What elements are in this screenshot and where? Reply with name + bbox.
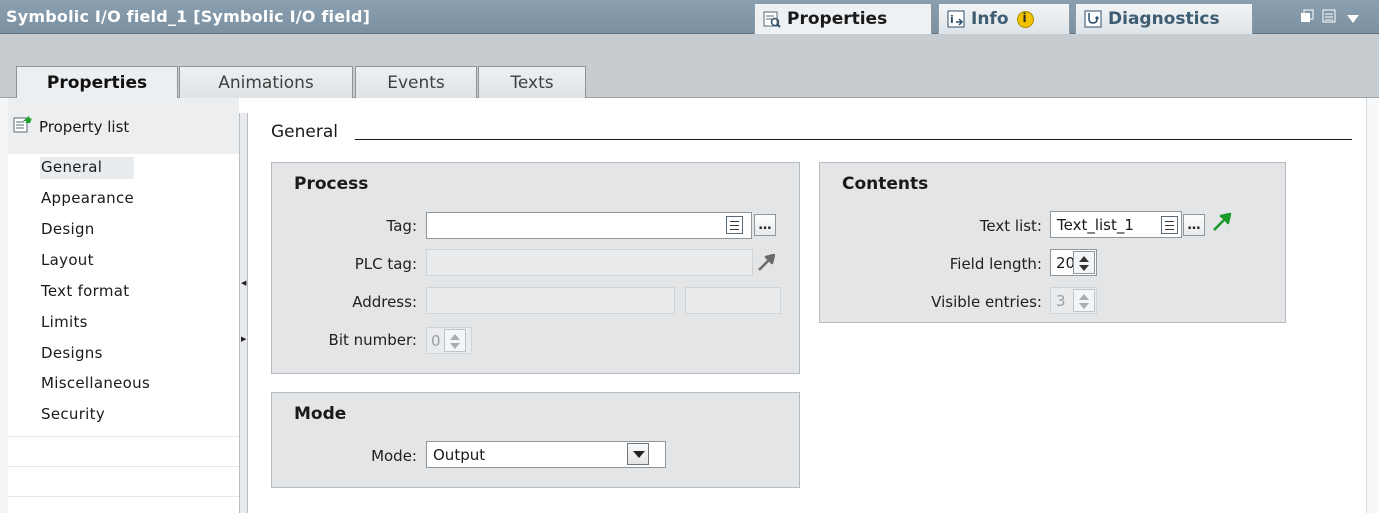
nav-divider [8, 496, 239, 497]
process-group: Process Tag: … PLC tag: Address: Bit num… [271, 162, 800, 374]
nav-splitter[interactable]: ◀ ▶ [239, 113, 248, 513]
nav-divider [8, 436, 239, 437]
visible-entries-stepper [1073, 289, 1095, 312]
tab-events-label: Events [387, 72, 445, 93]
info-icon: i [947, 10, 965, 28]
info-badge-text: i [1022, 10, 1027, 25]
menu-icon[interactable] [1322, 9, 1336, 27]
goto-text-list-icon[interactable] [1212, 212, 1232, 236]
stepper-up-icon[interactable] [1079, 256, 1089, 262]
bit-number-label: Bit number: [328, 331, 417, 349]
contents-group: Contents Text list: Text_list_1 … Field … [819, 162, 1286, 323]
stepper-down-icon [450, 343, 460, 349]
tag-list-icon[interactable] [726, 216, 743, 234]
tab-texts[interactable]: Texts [478, 66, 586, 98]
visible-entries-value: 3 [1056, 292, 1066, 310]
inspector-titlebar: Symbolic I/O field_1 [Symbolic I/O field… [0, 0, 1379, 34]
property-nav: Property list General Appearance Design … [8, 98, 239, 513]
nav-divider [8, 466, 239, 467]
mode-dropdown-button[interactable] [627, 443, 649, 465]
section-title: General [271, 122, 338, 142]
bit-number-stepper [444, 329, 466, 352]
nav-item-designs[interactable]: Designs [41, 344, 103, 364]
right-edge [1366, 98, 1379, 513]
svg-text:i: i [950, 13, 954, 26]
nav-item-miscellaneous[interactable]: Miscellaneous [41, 374, 150, 394]
address-label: Address: [352, 293, 417, 311]
mode-select-value: Output [433, 446, 486, 464]
stepper-down-icon [1079, 303, 1089, 309]
tab-properties-label: Properties [46, 73, 148, 93]
tab-diagnostics-top[interactable]: Diagnostics [1075, 3, 1253, 34]
tab-events[interactable]: Events [355, 66, 477, 98]
tag-browse-button[interactable]: … [754, 214, 776, 236]
tag-label: Tag: [386, 217, 417, 235]
nav-item-general[interactable]: General [41, 158, 102, 178]
nav-item-design[interactable]: Design [41, 220, 95, 240]
plc-tag-label: PLC tag: [354, 255, 417, 273]
visible-entries-label: Visible entries: [931, 293, 1042, 311]
expand-right-icon[interactable]: ▶ [241, 335, 246, 343]
tab-properties-top-label: Properties [787, 9, 888, 29]
dropdown-icon[interactable] [1346, 12, 1360, 28]
mode-label: Mode: [371, 447, 417, 465]
left-gutter [0, 98, 8, 513]
nav-item-security[interactable]: Security [41, 405, 105, 425]
nav-item-limits[interactable]: Limits [41, 313, 88, 333]
tag-input[interactable] [426, 212, 752, 239]
text-list-browse-button[interactable]: … [1183, 214, 1205, 236]
inspector-tab-row: Properties Animations Events Texts [0, 34, 1379, 99]
stepper-up-icon [450, 334, 460, 340]
mode-group: Mode Mode: Output [271, 392, 800, 488]
plc-tag-field [426, 249, 753, 276]
properties-icon [763, 10, 781, 28]
contents-group-title: Contents [842, 174, 929, 194]
info-badge-icon: i [1016, 10, 1034, 28]
field-length-label: Field length: [949, 255, 1042, 273]
tab-texts-label: Texts [510, 72, 554, 93]
nav-item-appearance[interactable]: Appearance [41, 189, 134, 209]
tab-properties[interactable]: Properties [16, 66, 178, 99]
nav-item-text-format[interactable]: Text format [41, 282, 129, 302]
collapse-left-icon[interactable]: ◀ [241, 279, 246, 287]
process-group-title: Process [294, 174, 369, 194]
restore-icon[interactable] [1300, 9, 1314, 27]
text-list-list-icon[interactable] [1161, 216, 1178, 234]
text-list-label: Text list: [979, 217, 1042, 235]
address-field [426, 287, 675, 314]
bit-number-value: 0 [431, 332, 441, 350]
address-extra-field [685, 287, 781, 314]
tab-diagnostics-top-label: Diagnostics [1108, 9, 1220, 29]
tab-info-top-label: Info [971, 9, 1009, 29]
property-list-label: Property list [39, 118, 130, 136]
mode-group-title: Mode [294, 404, 347, 424]
tab-properties-top[interactable]: Properties [754, 3, 932, 34]
property-list-icon [13, 115, 33, 137]
tab-animations[interactable]: Animations [179, 66, 353, 98]
tab-animations-label: Animations [218, 72, 314, 93]
property-list-header[interactable]: Property list [8, 98, 239, 154]
field-length-stepper[interactable] [1073, 251, 1095, 274]
section-title-rule [355, 139, 1352, 140]
text-list-value: Text_list_1 [1057, 216, 1134, 234]
goto-plc-tag-icon[interactable] [758, 253, 776, 275]
window-title: Symbolic I/O field_1 [Symbolic I/O field… [6, 7, 371, 26]
stepper-up-icon [1079, 294, 1089, 300]
diagnostics-icon [1084, 10, 1102, 28]
stepper-down-icon[interactable] [1079, 265, 1089, 271]
nav-item-layout[interactable]: Layout [41, 251, 94, 271]
tab-info-top[interactable]: i Info i [938, 3, 1070, 34]
